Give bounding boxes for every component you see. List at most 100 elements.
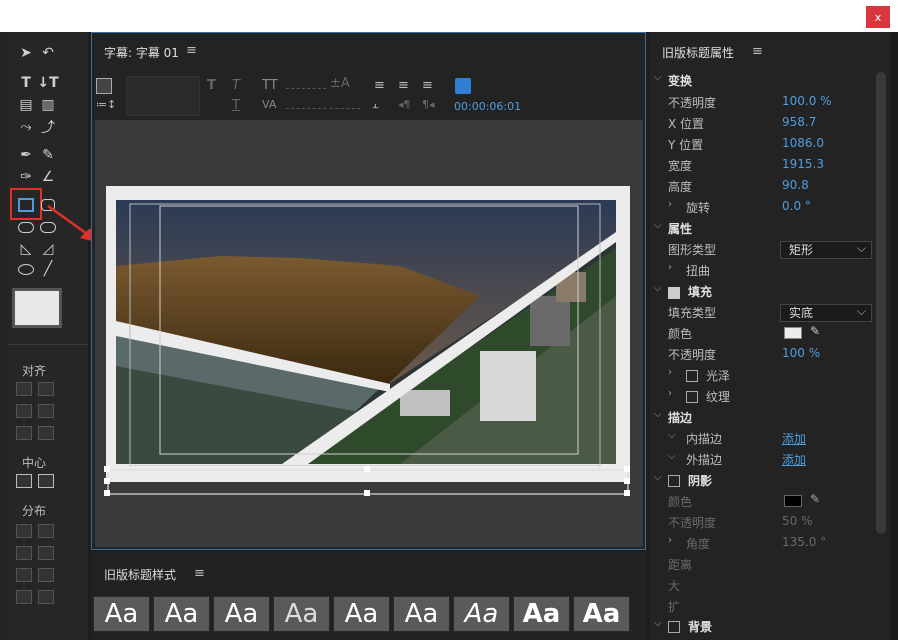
transform-section[interactable]: ⌵ 变换 [650, 72, 878, 92]
style-swatch-4[interactable]: Aa [273, 596, 330, 632]
style-swatch-6[interactable]: Aa [393, 596, 450, 632]
center-vertical-icon[interactable] [38, 474, 54, 488]
center-horizontal-icon[interactable] [16, 474, 32, 488]
background-checkbox[interactable] [668, 621, 680, 633]
tab-stops-ruler-icon[interactable]: ⫠ [372, 98, 379, 112]
italic-icon[interactable]: T [232, 78, 240, 93]
distribute-bottom-icon[interactable] [38, 568, 54, 582]
align-left-text-icon[interactable]: ≡ [374, 78, 385, 93]
font-size-icon[interactable]: TT [262, 78, 278, 93]
close-button[interactable]: x [866, 6, 890, 28]
width-value[interactable]: 1915.3 [782, 157, 824, 171]
align-vcenter-icon[interactable] [38, 404, 54, 418]
style-swatch-2[interactable]: Aa [153, 596, 210, 632]
properties-menu-icon[interactable]: ≡ [752, 44, 763, 59]
align-right-text-icon[interactable]: ≡ [422, 78, 433, 93]
leading-value[interactable] [330, 108, 360, 109]
background-section[interactable]: ⌵ 背景 [650, 618, 878, 638]
tab-stops-icon[interactable]: ≔↕ [96, 98, 116, 111]
texture-checkbox[interactable] [686, 391, 698, 403]
distribute-vcenter-icon[interactable] [38, 546, 54, 560]
font-size-value[interactable] [286, 88, 326, 89]
type-tool-icon[interactable]: T [16, 74, 36, 92]
texture-row[interactable]: › 纹理 [650, 388, 878, 408]
distribute-hspace-icon[interactable] [16, 590, 32, 604]
rotate-tool-icon[interactable]: ↶ [38, 44, 58, 62]
distribute-right-icon[interactable] [16, 568, 32, 582]
x-position-value[interactable]: 958.7 [782, 115, 816, 129]
style-swatch-3[interactable]: Aa [213, 596, 270, 632]
underline-icon[interactable]: T [232, 98, 240, 113]
fill-checkbox[interactable] [668, 287, 680, 299]
line-tool-icon[interactable]: ╱ [38, 260, 58, 278]
wedge-tool-icon[interactable]: ◺ [16, 240, 36, 258]
style-swatch-1[interactable]: Aa [93, 596, 150, 632]
align-bottom-icon[interactable] [38, 426, 54, 440]
shadow-angle-value[interactable]: 135.0 ° [782, 535, 826, 549]
styles-menu-icon[interactable]: ≡ [194, 566, 205, 581]
shadow-section[interactable]: ⌵ 阴影 [650, 472, 878, 492]
fill-type-dropdown[interactable]: 实底 [780, 303, 872, 322]
timecode-back-icon[interactable]: ◂¶ [398, 98, 411, 111]
tools-panel: ➤ ↶ T ↓T ▤ ▥ ⤳ ⤴ ✒ ✎ ✑ ∠ ◺ ◿ ╱ 对齐 中心 分布 [8, 32, 88, 640]
add-outer-stroke-link[interactable]: 添加 [782, 451, 806, 468]
delete-anchor-tool-icon[interactable]: ✎ [38, 146, 58, 164]
rotation-value[interactable]: 0.0 ° [782, 199, 811, 213]
timecode-forward-icon[interactable]: ¶◂ [422, 98, 435, 111]
transform-opacity-value[interactable]: 100.0 % [782, 94, 832, 108]
distribute-vspace-icon[interactable] [38, 590, 54, 604]
align-hcenter-icon[interactable] [16, 404, 32, 418]
fill-opacity-value[interactable]: 100 % [782, 346, 820, 360]
distribute-left-icon[interactable] [16, 524, 32, 538]
editor-timecode[interactable]: 00:00:06:01 [454, 100, 521, 113]
graphic-type-dropdown[interactable]: 矩形 [780, 240, 872, 259]
area-type-tool-icon[interactable]: ▤ [16, 96, 36, 114]
selection-tool-icon[interactable]: ➤ [16, 44, 36, 62]
shadow-checkbox[interactable] [668, 475, 680, 487]
stroke-section[interactable]: ⌵ 描边 [650, 409, 878, 429]
eyedropper-icon[interactable]: ✎ [810, 324, 820, 338]
show-video-icon[interactable] [455, 78, 471, 94]
vertical-type-tool-icon[interactable]: ↓T [37, 74, 58, 92]
distribute-hcenter-icon[interactable] [16, 546, 32, 560]
align-left-icon[interactable] [16, 382, 32, 396]
leading-icon[interactable]: ±A [330, 76, 350, 91]
style-swatch-9[interactable]: Aa [573, 596, 630, 632]
vertical-area-type-tool-icon[interactable]: ▥ [38, 96, 58, 114]
add-anchor-tool-icon[interactable]: ✑ [16, 168, 36, 186]
style-swatch-5[interactable]: Aa [333, 596, 390, 632]
font-family-dropdown[interactable] [126, 76, 200, 116]
pen-tool-icon[interactable]: ✒ [16, 146, 36, 164]
height-value[interactable]: 90.8 [782, 178, 809, 192]
shadow-eyedropper-icon[interactable]: ✎ [810, 492, 820, 506]
distribute-top-icon[interactable] [38, 524, 54, 538]
align-top-icon[interactable] [38, 382, 54, 396]
editor-menu-icon[interactable]: ≡ [186, 43, 197, 58]
sheen-checkbox[interactable] [686, 370, 698, 382]
clipped-rectangle-tool-icon[interactable] [16, 218, 36, 236]
shadow-color-swatch[interactable] [784, 495, 802, 507]
align-center-text-icon[interactable]: ≡ [398, 78, 409, 93]
fill-section[interactable]: ⌵ 填充 [650, 283, 878, 303]
align-right-icon[interactable] [16, 426, 32, 440]
kerning-value[interactable] [286, 108, 326, 109]
template-icon[interactable] [96, 78, 112, 94]
rotation-row[interactable]: › 旋转 0.0 ° [650, 199, 878, 219]
shadow-opacity-value[interactable]: 50 % [782, 514, 813, 528]
style-swatch-8[interactable]: Aa [513, 596, 570, 632]
path-type-tool-icon[interactable]: ⤳ [16, 118, 36, 136]
bold-icon[interactable]: T [207, 78, 216, 93]
kerning-icon[interactable]: VA [262, 98, 276, 111]
style-swatch-7[interactable]: Aa [453, 596, 510, 632]
y-position-value[interactable]: 1086.0 [782, 136, 824, 150]
rectangle-tool-icon[interactable] [16, 196, 36, 214]
convert-anchor-tool-icon[interactable]: ∠ [38, 168, 58, 186]
video-canvas[interactable] [100, 176, 640, 504]
sheen-row[interactable]: › 光泽 [650, 367, 878, 387]
distort-row[interactable]: › 扭曲 [650, 262, 878, 282]
fill-color-swatch[interactable] [784, 327, 802, 339]
attributes-section[interactable]: ⌵ 属性 [650, 220, 878, 240]
add-inner-stroke-link[interactable]: 添加 [782, 430, 806, 447]
vertical-path-type-tool-icon[interactable]: ⤴ [38, 118, 58, 136]
ellipse-tool-icon[interactable] [16, 260, 36, 278]
